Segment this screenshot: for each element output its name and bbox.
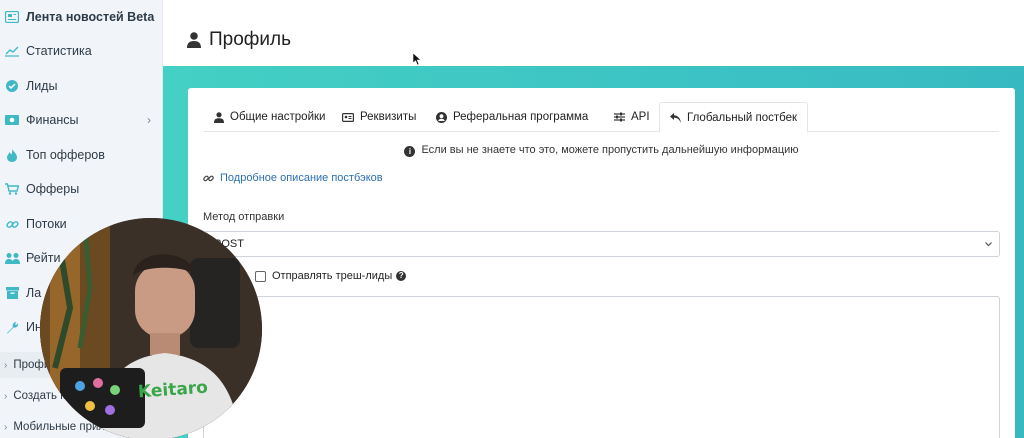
sidebar-item-label: Топ офферов xyxy=(26,148,105,162)
user-icon xyxy=(187,32,201,48)
tab-label: API xyxy=(631,111,650,123)
fire-icon xyxy=(4,147,20,163)
mouse-cursor-icon xyxy=(412,52,422,69)
chevron-right-icon: › xyxy=(147,113,151,127)
tab-bar: Общие настройки Реквизиты Реферальная пр… xyxy=(204,102,999,133)
tab-referral-program[interactable]: Реферальная программа xyxy=(426,102,598,132)
tab-api[interactable]: API xyxy=(604,102,660,132)
sidebar-item-offers[interactable]: Офферы xyxy=(0,172,162,206)
tab-label: Общие настройки xyxy=(230,111,326,123)
notice-text: Если вы не знаете что это, можете пропус… xyxy=(421,144,799,156)
tab-label: Глобальный постбек xyxy=(687,111,797,124)
presenter-video xyxy=(40,218,262,438)
question-circle-icon[interactable]: ? xyxy=(396,271,407,281)
page-header: Профиль xyxy=(163,0,1024,66)
wrench-icon xyxy=(4,319,20,335)
sidebar-item-label: Рейти xyxy=(26,251,61,265)
chevron-down-icon xyxy=(984,238,993,250)
sidebar-item-statistics[interactable]: Статистика xyxy=(0,34,162,68)
sidebar-item-label: Лента новостей Beta xyxy=(26,10,155,24)
postback-textarea[interactable] xyxy=(203,296,1000,438)
tab-label: Реквизиты xyxy=(360,111,417,123)
postback-notice: i Если вы не знаете что это, можете пропу… xyxy=(188,144,1015,157)
id-card-icon xyxy=(342,112,354,122)
postback-docs-link[interactable]: Подробное описание постбэков xyxy=(203,172,383,184)
chevron-right-icon: › xyxy=(4,390,8,402)
sidebar-item-label: Ла xyxy=(26,286,42,300)
sidebar-item-news[interactable]: Лента новостей Beta xyxy=(0,0,162,34)
sidebar-subitem-label: Создать к xyxy=(13,390,66,402)
info-circle-icon: i xyxy=(404,146,416,157)
sidebar-item-finance[interactable]: Финансы › xyxy=(0,103,162,137)
archive-icon xyxy=(4,285,20,301)
check-circle-icon xyxy=(4,78,20,94)
tab-global-postback[interactable]: Глобальный постбек xyxy=(659,102,808,133)
chevron-right-icon: › xyxy=(4,359,8,371)
sidebar-item-label: Статистика xyxy=(26,44,92,58)
chart-line-icon xyxy=(4,43,20,59)
sidebar-item-label: Офферы xyxy=(26,182,80,196)
sliders-icon xyxy=(614,112,625,122)
users-icon xyxy=(4,250,20,266)
tab-general-settings[interactable]: Общие настройки xyxy=(204,102,335,132)
money-icon xyxy=(4,112,20,128)
method-select[interactable]: POST xyxy=(203,231,1000,257)
link-text: Подробное описание постбэков xyxy=(220,172,383,184)
link-icon xyxy=(4,216,20,232)
tab-requisites[interactable]: Реквизиты xyxy=(332,102,426,132)
chevron-right-icon: › xyxy=(4,421,8,433)
webcam-overlay: Keitaro xyxy=(40,218,262,438)
user-icon xyxy=(214,111,224,123)
sidebar-item-top-offers[interactable]: Топ офферов xyxy=(0,138,162,172)
page-title-text: Профиль xyxy=(209,29,292,50)
profile-card: Общие настройки Реквизиты Реферальная пр… xyxy=(188,88,1015,438)
method-label: Метод отправки xyxy=(203,211,285,223)
tab-label: Реферальная программа xyxy=(453,111,589,123)
trash-leads-label[interactable]: Отправлять треш-лиды xyxy=(272,270,392,282)
sidebar-item-label: Потоки xyxy=(26,217,67,231)
newspaper-icon xyxy=(4,9,20,25)
reply-icon xyxy=(670,112,681,123)
page-title: Профиль xyxy=(187,29,291,51)
trash-leads-row: Отправлять треш-лиды ? xyxy=(255,270,407,282)
sidebar-item-leads[interactable]: Лиды xyxy=(0,69,162,103)
link-icon xyxy=(203,173,214,184)
user-circle-icon xyxy=(436,111,447,123)
sidebar-item-label: Финансы xyxy=(26,113,79,127)
cart-icon xyxy=(4,181,20,197)
sidebar-item-label: Лиды xyxy=(26,79,58,93)
trash-leads-checkbox[interactable] xyxy=(255,270,266,282)
